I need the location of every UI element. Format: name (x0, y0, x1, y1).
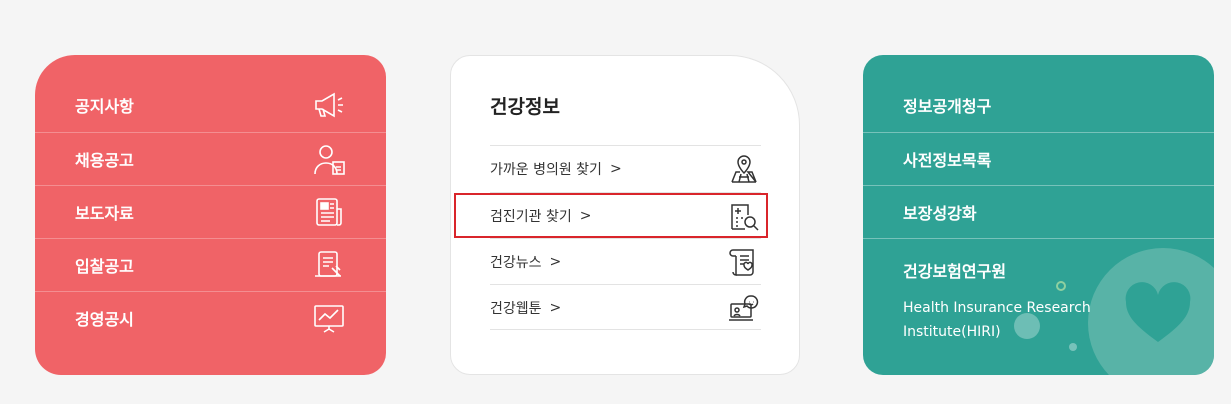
chevron-right-icon: > (579, 208, 592, 224)
menu-item-press[interactable]: 보도자료 (35, 185, 386, 238)
newspaper-icon (316, 198, 342, 226)
health-item-checkup-center[interactable]: 검진기관 찾기 > (490, 192, 761, 239)
hiri-title[interactable]: 건강보험연구원 (903, 258, 1006, 282)
decorative-dot (1056, 281, 1066, 291)
menu-item-label: 공지사항 (75, 96, 134, 116)
decorative-dot (1069, 343, 1077, 351)
health-item-news[interactable]: 건강뉴스 > (490, 238, 761, 285)
presentation-chart-icon (314, 305, 344, 333)
hiri-subtitle: Health Insurance Research Institute(HIRI… (903, 300, 1091, 340)
chevron-right-icon: > (609, 161, 622, 177)
card-title: 건강정보 (490, 96, 560, 118)
health-info-card: 건강정보 가까운 병의원 찾기 > 검진기관 찾기 > 건강뉴스 > 건강웹툰 > (450, 55, 800, 375)
menu-item-label: 경영공시 (75, 310, 134, 329)
recruiter-icon (314, 145, 345, 175)
news-scroll-icon (729, 249, 754, 276)
menu-item-prior-info-list[interactable]: 사전정보목록 (863, 132, 1214, 185)
menu-item-label: 사전정보목록 (903, 151, 992, 170)
webtoon-laptop-icon (729, 295, 759, 321)
health-item-webtoon[interactable]: 건강웹툰 > (490, 284, 761, 331)
menu-item-label: 정보공개청구 (903, 96, 992, 116)
heart-bubble-icon (1125, 282, 1191, 342)
hospital-search-icon (731, 204, 759, 231)
notice-menu-card: 공지사항 채용공고 보도자료 입찰공고 경영공시 (35, 55, 386, 375)
menu-item-label: 채용공고 (75, 151, 134, 170)
menu-item-label: 입찰공고 (75, 257, 134, 276)
health-item-label: 검진기관 찾기 (490, 209, 572, 225)
health-item-label: 건강뉴스 (490, 255, 542, 271)
bid-document-icon (315, 251, 341, 277)
chevron-right-icon: > (549, 254, 562, 270)
health-item-label: 가까운 병의원 찾기 (490, 162, 602, 178)
list-divider (490, 329, 761, 330)
map-pin-icon (731, 155, 757, 183)
info-disclosure-card: 정보공개청구 사전정보목록 보장성강화 건강보험연구원 Health Insur… (863, 55, 1214, 375)
menu-item-bid[interactable]: 입찰공고 (35, 238, 386, 291)
menu-item-recruit[interactable]: 채용공고 (35, 132, 386, 185)
health-item-label: 건강웹툰 (490, 301, 542, 317)
menu-item-coverage-expansion[interactable]: 보장성강화 (863, 185, 1214, 238)
divider (863, 238, 1214, 239)
menu-item-info-request[interactable]: 정보공개청구 (863, 78, 1214, 131)
megaphone-icon (315, 92, 343, 117)
chevron-right-icon: > (549, 300, 562, 316)
menu-item-label: 보도자료 (75, 204, 134, 223)
menu-item-notice[interactable]: 공지사항 (35, 78, 386, 131)
menu-item-label: 보장성강화 (903, 204, 977, 223)
menu-item-disclosure[interactable]: 경영공시 (35, 291, 386, 344)
health-item-nearby-clinic[interactable]: 가까운 병의원 찾기 > (490, 145, 761, 192)
